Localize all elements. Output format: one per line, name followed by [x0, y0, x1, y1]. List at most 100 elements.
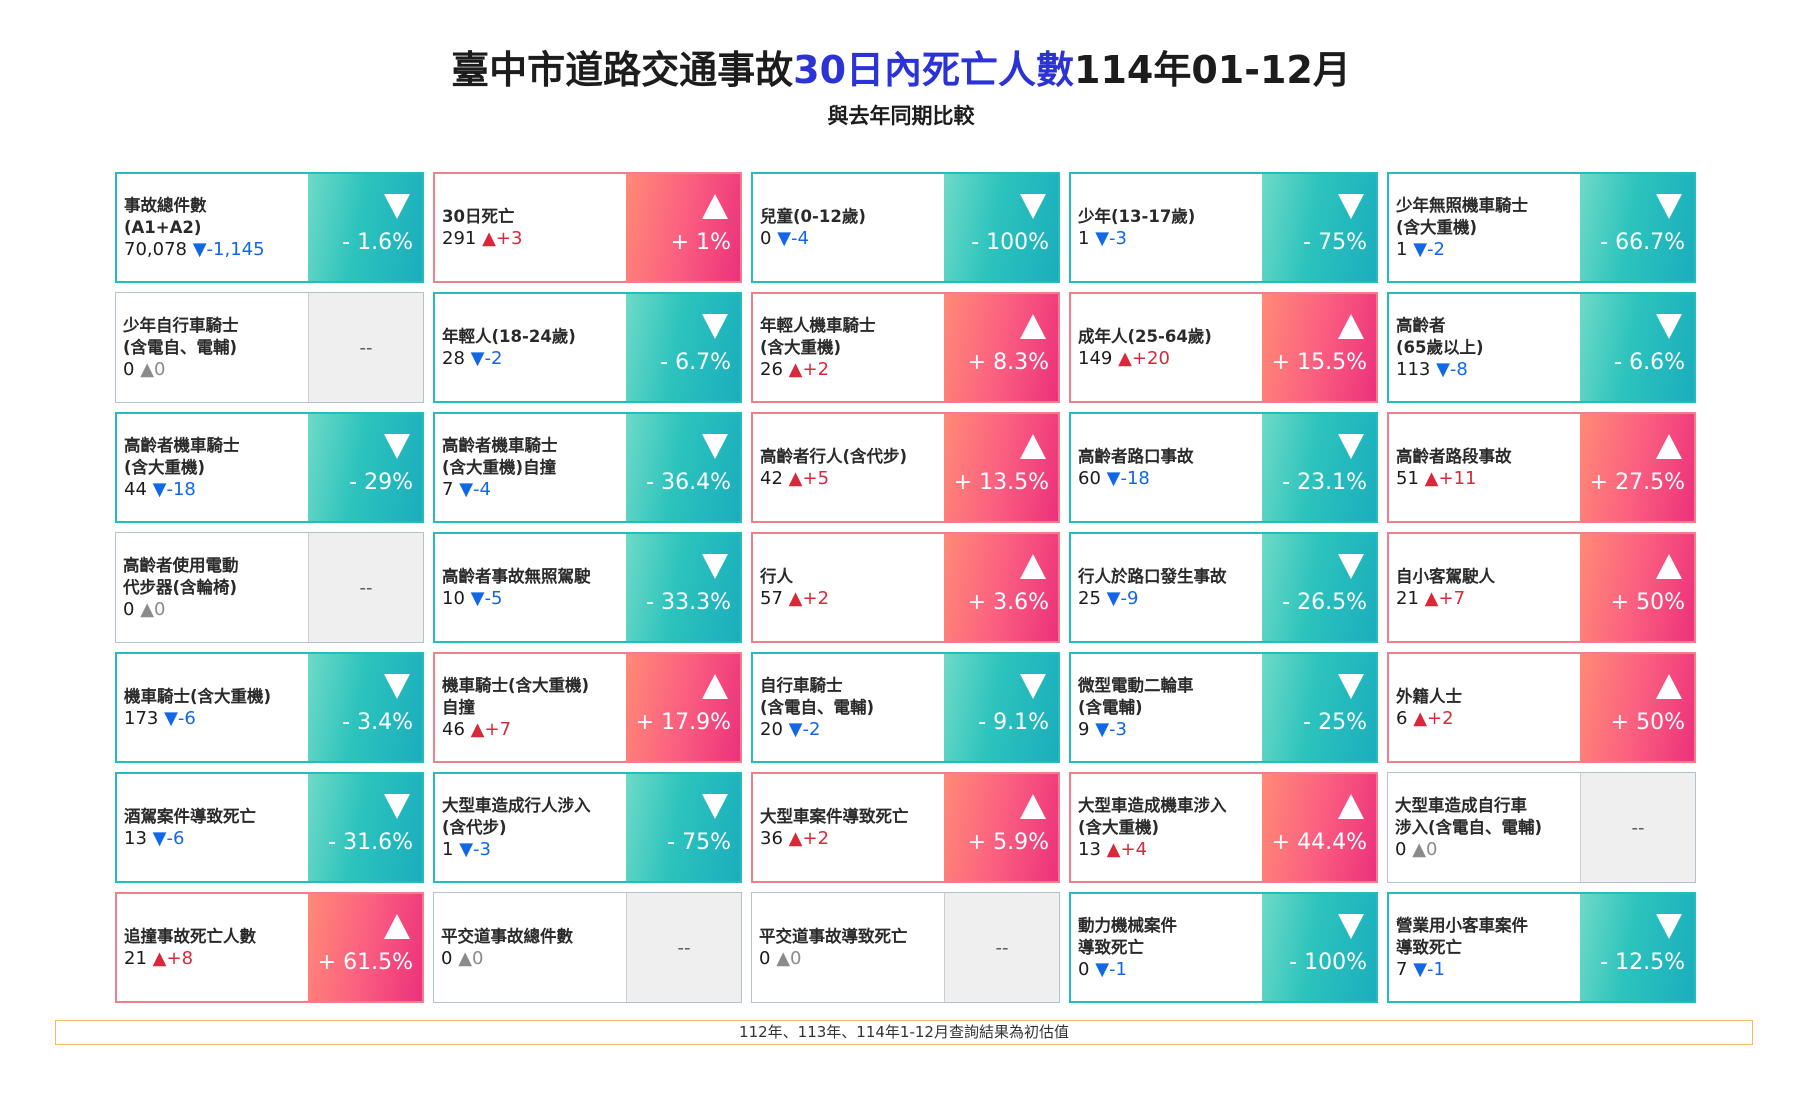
stat-card-value-line: 0 ▲0: [1395, 839, 1575, 860]
stat-card[interactable]: 30日死亡 291 ▲+3 + 1%: [433, 172, 742, 283]
stat-card-label: 自行車騎士 (含電自、電輔): [760, 676, 875, 717]
stat-card-label: 年輕人(18-24歲): [442, 327, 576, 346]
stat-card[interactable]: 外籍人士 6 ▲+2 + 50%: [1387, 652, 1696, 763]
stat-card-label: 外籍人士: [1396, 687, 1462, 706]
stat-card-value-line: 0 ▲0: [441, 948, 621, 969]
trend-panel: + 15.5%: [1262, 294, 1376, 401]
stat-card[interactable]: 大型車造成自行車 涉入(含電自、電輔) 0 ▲0 --: [1387, 772, 1696, 883]
stat-card[interactable]: 大型車造成行人涉入 (含代步) 1 ▼-3 - 75%: [433, 772, 742, 883]
stat-card[interactable]: 年輕人(18-24歲) 28 ▼-2 - 6.7%: [433, 292, 742, 403]
stat-card[interactable]: 事故總件數 (A1+A2) 70,078 ▼-1,145 - 1.6%: [115, 172, 424, 283]
stat-card-value-line: 57 ▲+2: [760, 588, 940, 609]
stat-card[interactable]: 平交道事故總件數 0 ▲0 --: [433, 892, 742, 1003]
stat-card-value-line: 10 ▼-5: [442, 588, 622, 609]
stat-card[interactable]: 高齡者事故無照駕駛 10 ▼-5 - 33.3%: [433, 532, 742, 643]
stat-card[interactable]: 平交道事故導致死亡 0 ▲0 --: [751, 892, 1060, 1003]
percent-change: - 6.6%: [1614, 350, 1685, 375]
stat-card-value: 113: [1396, 359, 1431, 380]
stat-card[interactable]: 高齡者行人(含代步) 42 ▲+5 + 13.5%: [751, 412, 1060, 523]
stat-card-info: 高齡者事故無照駕駛 10 ▼-5: [435, 534, 628, 641]
trend-panel: - 75%: [626, 774, 740, 881]
stat-card-delta: ▲+2: [788, 588, 830, 609]
percent-change: - 1.6%: [342, 230, 413, 255]
percent-change: - 29%: [349, 470, 413, 495]
triangle-up-icon: [702, 194, 728, 219]
trend-panel: - 36.4%: [626, 414, 740, 521]
percent-change: - 25%: [1303, 710, 1367, 735]
stat-card-value-line: 21 ▲+7: [1396, 588, 1576, 609]
stat-card-value: 7: [442, 479, 454, 500]
stat-card-info: 高齡者機車騎士 (含大重機) 44 ▼-18: [117, 414, 310, 521]
stat-card[interactable]: 自小客駕駛人 21 ▲+7 + 50%: [1387, 532, 1696, 643]
stat-card-value: 13: [1078, 839, 1101, 860]
stat-card-delta: ▲+11: [1424, 468, 1477, 489]
stat-card[interactable]: 少年(13-17歲) 1 ▼-3 - 75%: [1069, 172, 1378, 283]
stat-card[interactable]: 自行車騎士 (含電自、電輔) 20 ▼-2 - 9.1%: [751, 652, 1060, 763]
stat-card-value-line: 28 ▼-2: [442, 348, 622, 369]
stat-card-delta: ▼-18: [152, 479, 196, 500]
stat-card[interactable]: 高齡者機車騎士 (含大重機)自撞 7 ▼-4 - 36.4%: [433, 412, 742, 523]
stat-card[interactable]: 少年自行車騎士 (含電自、電輔) 0 ▲0 --: [115, 292, 424, 403]
stat-card[interactable]: 追撞事故死亡人數 21 ▲+8 + 61.5%: [115, 892, 424, 1003]
stat-card-info: 平交道事故總件數 0 ▲0: [434, 893, 627, 1002]
stat-card-value-line: 0 ▼-4: [760, 228, 940, 249]
stat-card[interactable]: 高齡者路口事故 60 ▼-18 - 23.1%: [1069, 412, 1378, 523]
stat-card[interactable]: 高齡者路段事故 51 ▲+11 + 27.5%: [1387, 412, 1696, 523]
stat-card[interactable]: 行人 57 ▲+2 + 3.6%: [751, 532, 1060, 643]
stat-card[interactable]: 機車騎士(含大重機) 173 ▼-6 - 3.4%: [115, 652, 424, 763]
trend-panel: - 3.4%: [308, 654, 422, 761]
stat-card[interactable]: 大型車造成機車涉入 (含大重機) 13 ▲+4 + 44.4%: [1069, 772, 1378, 883]
stat-card[interactable]: 機車騎士(含大重機) 自撞 46 ▲+7 + 17.9%: [433, 652, 742, 763]
stat-card-info: 高齡者機車騎士 (含大重機)自撞 7 ▼-4: [435, 414, 628, 521]
stat-card[interactable]: 成年人(25-64歲) 149 ▲+20 + 15.5%: [1069, 292, 1378, 403]
stat-card[interactable]: 高齡者 (65歲以上) 113 ▼-8 - 6.6%: [1387, 292, 1696, 403]
stat-card[interactable]: 微型電動二輪車 (含電輔) 9 ▼-3 - 25%: [1069, 652, 1378, 763]
triangle-down-icon: [1656, 194, 1682, 219]
stat-card-value-line: 7 ▼-4: [442, 479, 622, 500]
stat-card[interactable]: 營業用小客車案件 導致死亡 7 ▼-1 - 12.5%: [1387, 892, 1696, 1003]
percent-change: + 1%: [670, 230, 731, 255]
stat-card[interactable]: 動力機械案件 導致死亡 0 ▼-1 - 100%: [1069, 892, 1378, 1003]
stat-card-value-line: 0 ▼-1: [1078, 959, 1258, 980]
stat-card-info: 少年無照機車騎士 (含大重機) 1 ▼-2: [1389, 174, 1582, 281]
percent-change: - 12.5%: [1600, 950, 1685, 975]
trend-panel: --: [308, 293, 423, 402]
triangle-up-icon: [702, 674, 728, 699]
triangle-down-icon: [1020, 194, 1046, 219]
percent-change: + 13.5%: [953, 470, 1049, 495]
stat-card[interactable]: 年輕人機車騎士 (含大重機) 26 ▲+2 + 8.3%: [751, 292, 1060, 403]
stat-card[interactable]: 酒駕案件導致死亡 13 ▼-6 - 31.6%: [115, 772, 424, 883]
trend-panel: --: [308, 533, 423, 642]
stat-card-value: 0: [123, 359, 135, 380]
stat-card-info: 動力機械案件 導致死亡 0 ▼-1: [1071, 894, 1264, 1001]
stat-card[interactable]: 高齡者使用電動 代步器(含輪椅) 0 ▲0 --: [115, 532, 424, 643]
trend-panel: + 3.6%: [944, 534, 1058, 641]
stat-card-value: 9: [1078, 719, 1090, 740]
stat-card-info: 行人於路口發生事故 25 ▼-9: [1071, 534, 1264, 641]
stat-card[interactable]: 兒童(0-12歲) 0 ▼-4 - 100%: [751, 172, 1060, 283]
stat-card-delta: ▼-3: [1095, 719, 1127, 740]
stat-card[interactable]: 行人於路口發生事故 25 ▼-9 - 26.5%: [1069, 532, 1378, 643]
stat-card[interactable]: 高齡者機車騎士 (含大重機) 44 ▼-18 - 29%: [115, 412, 424, 523]
stat-card-value-line: 60 ▼-18: [1078, 468, 1258, 489]
stat-card-info: 大型車造成行人涉入 (含代步) 1 ▼-3: [435, 774, 628, 881]
stat-card-label: 機車騎士(含大重機): [124, 687, 272, 706]
percent-change: + 44.4%: [1271, 830, 1367, 855]
triangle-up-icon: [1020, 794, 1046, 819]
stat-card-label: 高齡者行人(含代步): [760, 447, 908, 466]
stat-card[interactable]: 大型車案件導致死亡 36 ▲+2 + 5.9%: [751, 772, 1060, 883]
stat-card-value: 1: [1078, 228, 1090, 249]
percent-change: - 31.6%: [328, 830, 413, 855]
stat-card-delta: ▲0: [458, 948, 484, 969]
trend-panel: + 5.9%: [944, 774, 1058, 881]
stat-card-value-line: 20 ▼-2: [760, 719, 940, 740]
stat-card-label: 營業用小客車案件 導致死亡: [1396, 916, 1528, 957]
stat-card[interactable]: 少年無照機車騎士 (含大重機) 1 ▼-2 - 66.7%: [1387, 172, 1696, 283]
stat-card-value: 0: [1395, 839, 1407, 860]
stat-card-label: 高齡者路口事故: [1078, 447, 1194, 466]
stat-card-info: 事故總件數 (A1+A2) 70,078 ▼-1,145: [117, 174, 310, 281]
trend-panel: - 66.7%: [1580, 174, 1694, 281]
stat-card-value: 0: [759, 948, 771, 969]
stat-card-delta: ▼-1: [1095, 959, 1127, 980]
stat-card-label: 大型車造成自行車 涉入(含電自、電輔): [1395, 796, 1543, 837]
